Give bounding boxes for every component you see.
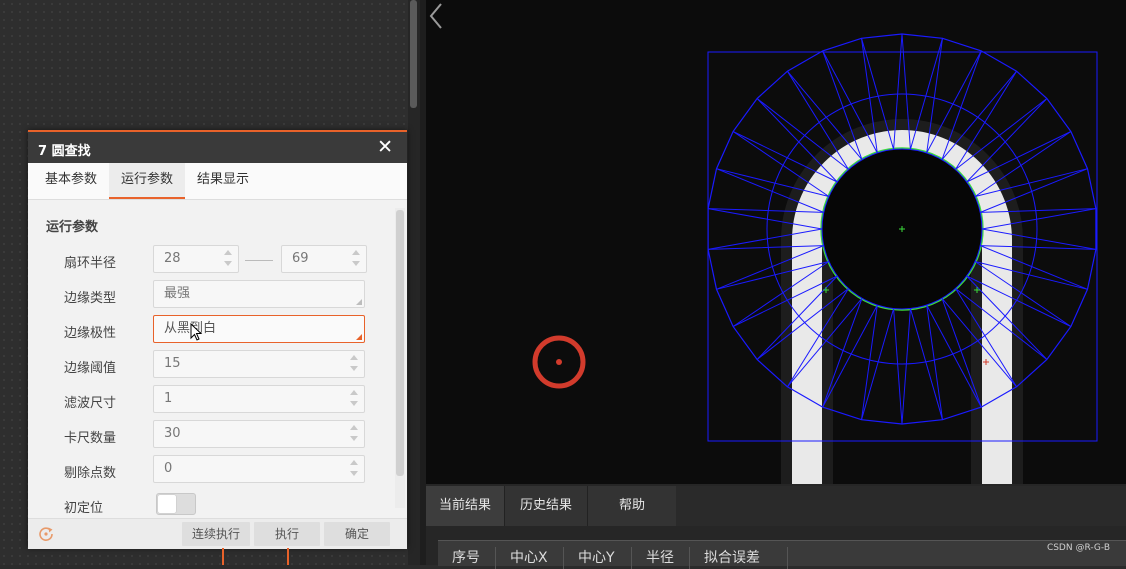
reject-count-input[interactable]: 0 [153,455,365,483]
dialog-tabs: 基本参数 运行参数 结果显示 [28,163,407,200]
tab-run-params[interactable]: 运行参数 [109,163,185,199]
result-table-header: 序号 中心X 中心Y 半径 拟合误差 [438,540,1126,569]
circle-find-dialog: 7 圆查找 ✕ 基本参数 运行参数 结果显示 运行参数 扇环半径 28 69 边… [28,130,407,549]
filter-size-value: 1 [164,391,173,406]
result-panel: 当前结果 历史结果 帮助 序号 中心X 中心Y 半径 拟合误差 [426,484,1126,569]
tab-strip-filler [676,486,1126,526]
column-header-center-x[interactable]: 中心X [496,547,564,569]
stepper-arrows-icon[interactable] [224,250,232,268]
column-header-fit-error[interactable]: 拟合误差 [690,547,788,569]
edge-type-label: 边缘类型 [64,291,117,306]
reject-count-value: 0 [164,461,173,476]
radius-max-input[interactable]: 69 [281,245,367,273]
radius-label: 扇环半径 [64,256,117,271]
reject-count-label: 剔除点数 [64,466,117,481]
caliper-count-value: 30 [164,426,181,441]
tab-current-result[interactable]: 当前结果 [426,486,505,526]
section-title: 运行参数 [46,220,99,235]
edge-threshold-value: 15 [164,356,181,371]
dialog-body: 运行参数 扇环半径 28 69 边缘类型 最强 边缘极性 从黑到白 边缘阈值 1… [28,200,393,518]
confirm-button[interactable]: 确定 [324,522,390,546]
stepper-arrows-icon[interactable] [350,460,358,478]
execute-button[interactable]: 执行 [254,522,320,546]
dropdown-corner-icon [356,299,362,305]
edge-type-select[interactable]: 最强 [153,280,365,308]
target-dot [556,359,562,365]
watermark: CSDN @R-G-B [1046,543,1110,553]
workspace-scrollbar-thumb[interactable] [410,0,417,108]
range-dash [245,260,273,261]
inspection-image [532,33,1098,484]
caliper [861,308,903,425]
caliper-count-input[interactable]: 30 [153,420,365,448]
caliper [901,308,943,425]
column-header-radius[interactable]: 半径 [632,547,690,569]
tab-basic-params[interactable]: 基本参数 [34,163,108,197]
mouse-cursor-icon [190,323,203,341]
dialog-title: 7 圆查找 [38,144,91,159]
dialog-title-bar[interactable]: 7 圆查找 ✕ [28,132,407,163]
stepper-arrows-icon[interactable] [352,250,360,268]
filter-size-input[interactable]: 1 [153,385,365,413]
edge-polarity-label: 边缘极性 [64,326,117,341]
dialog-scrollbar-thumb[interactable] [396,210,404,476]
radius-min-value: 28 [164,251,181,266]
column-header-index[interactable]: 序号 [438,547,496,569]
filter-size-label: 滤波尺寸 [64,396,117,411]
radius-max-value: 69 [292,251,309,266]
caliper-count-label: 卡尺数量 [64,431,117,446]
tab-help[interactable]: 帮助 [588,486,677,526]
edge-threshold-label: 边缘阈值 [64,361,117,376]
radius-min-input[interactable]: 28 [153,245,239,273]
image-viewer[interactable] [426,0,1126,484]
dialog-footer: 连续执行 执行 确定 [28,518,407,549]
init-position-toggle[interactable] [156,493,196,515]
column-header-center-y[interactable]: 中心Y [564,547,632,569]
connector-lines [222,548,289,565]
refresh-icon[interactable] [37,525,55,543]
dropdown-corner-icon [356,334,362,340]
continuous-run-button[interactable]: 连续执行 [182,522,250,546]
edge-type-value: 最强 [164,286,191,301]
chevron-left-icon[interactable] [426,0,446,32]
stepper-arrows-icon[interactable] [350,425,358,443]
init-position-label: 初定位 [64,501,104,516]
tab-history-result[interactable]: 历史结果 [505,486,588,526]
edge-polarity-select[interactable]: 从黑到白 [153,315,365,343]
stepper-arrows-icon[interactable] [350,390,358,408]
stepper-arrows-icon[interactable] [350,355,358,373]
tab-result-display[interactable]: 结果显示 [186,163,260,197]
toggle-knob [158,495,176,513]
edge-threshold-input[interactable]: 15 [153,350,365,378]
close-icon[interactable]: ✕ [377,137,393,157]
